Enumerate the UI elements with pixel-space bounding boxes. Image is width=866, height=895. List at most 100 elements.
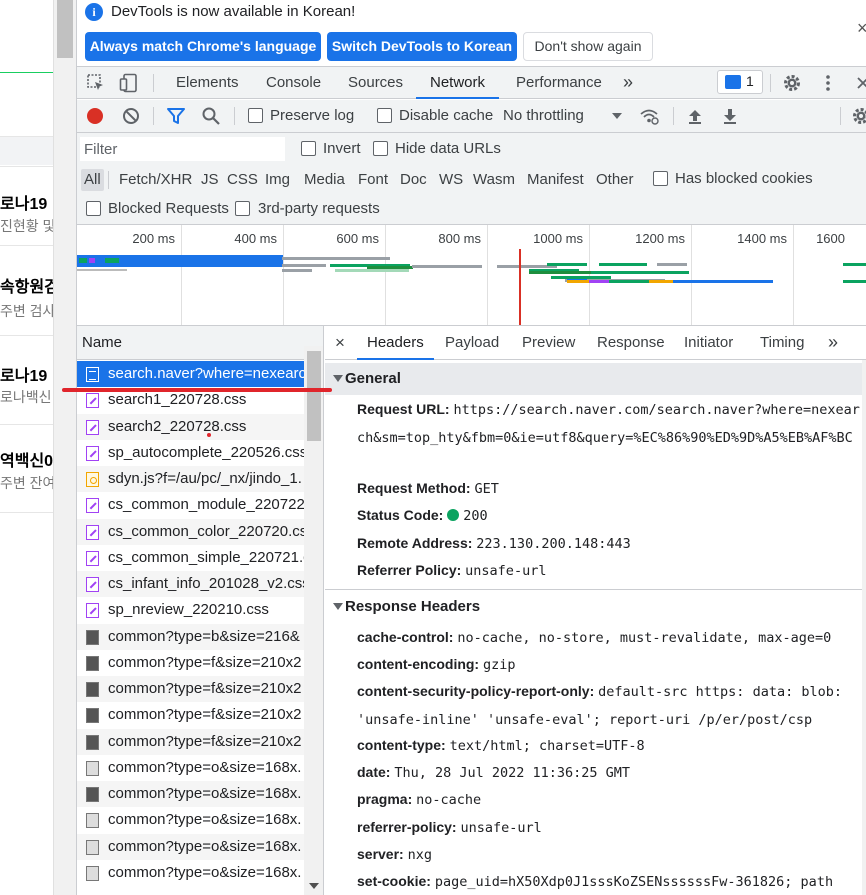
page-item-title[interactable]: 역백신0 xyxy=(0,447,53,471)
always-match-language-button[interactable]: Always match Chrome's language xyxy=(85,32,321,61)
name-column-header[interactable]: Name xyxy=(77,326,323,360)
request-row[interactable]: common?type=o&size=168x. xyxy=(77,755,304,781)
request-row[interactable]: common?type=f&size=210x2 xyxy=(77,650,304,676)
request-row[interactable]: cs_infant_info_201028_v2.css xyxy=(77,571,304,598)
header-key: server: xyxy=(357,846,404,862)
issues-counter-button[interactable]: 1 xyxy=(717,70,763,94)
general-section-header[interactable]: General xyxy=(325,363,862,395)
more-detail-tabs-chevron-icon[interactable]: » xyxy=(828,326,838,360)
tab-sources[interactable]: Sources xyxy=(348,67,403,99)
hide-data-urls-checkbox[interactable] xyxy=(373,141,388,156)
detail-scrollbar[interactable] xyxy=(862,360,866,895)
tab-elements[interactable]: Elements xyxy=(176,67,239,99)
request-row[interactable]: sp_nreview_220210.css xyxy=(77,597,304,623)
tab-network[interactable]: Network xyxy=(416,67,500,99)
tab-timing[interactable]: Timing xyxy=(760,326,804,360)
page-scrollbar-thumb[interactable] xyxy=(57,0,73,58)
tab-payload[interactable]: Payload xyxy=(445,326,499,360)
dont-show-again-button[interactable]: Don't show again xyxy=(523,32,653,61)
tab-console[interactable]: Console xyxy=(266,67,321,99)
network-conditions-wifi-icon[interactable] xyxy=(639,106,659,126)
switch-to-korean-button[interactable]: Switch DevTools to Korean xyxy=(327,32,517,61)
filter-type-doc[interactable]: Doc xyxy=(397,169,430,191)
filter-input[interactable] xyxy=(80,137,285,161)
filter-type-all[interactable]: All xyxy=(81,169,104,191)
stylesheet-file-icon xyxy=(86,419,99,435)
tab-performance[interactable]: Performance xyxy=(516,67,602,99)
annotation-red-underline xyxy=(62,388,332,392)
third-party-requests-checkbox[interactable] xyxy=(235,201,250,216)
header-value: unsafe-url xyxy=(460,820,542,836)
request-list-scrollbar[interactable] xyxy=(304,346,323,895)
request-row[interactable]: sdyn.js?f=/au/pc/_nx/jindo_1. xyxy=(77,466,304,493)
request-row[interactable]: cs_common_simple_220721.c xyxy=(77,545,304,571)
tab-headers[interactable]: Headers xyxy=(357,326,434,360)
more-tabs-chevron-icon[interactable]: » xyxy=(623,67,633,99)
filter-funnel-icon[interactable] xyxy=(166,106,186,126)
chevron-down-icon[interactable] xyxy=(607,106,627,126)
more-options-kebab-icon[interactable] xyxy=(818,73,838,93)
timeline-gridline xyxy=(181,225,182,325)
request-row[interactable]: common?type=b&size=216& xyxy=(77,623,304,650)
page-divider xyxy=(0,335,53,336)
toolbar-separator xyxy=(770,74,771,92)
request-name: common?type=f&size=210x2 xyxy=(108,706,302,724)
invert-checkbox[interactable] xyxy=(301,141,316,156)
network-settings-gear-icon[interactable] xyxy=(851,106,866,126)
page-item-title[interactable]: 로나19 xyxy=(0,190,47,214)
tab-preview[interactable]: Preview xyxy=(522,326,575,360)
throttling-select[interactable]: No throttling xyxy=(503,107,584,124)
request-name: search1_220728.css xyxy=(108,391,247,409)
scroll-down-arrow-icon[interactable] xyxy=(309,883,319,889)
request-row[interactable]: common?type=f&size=210x2 xyxy=(77,728,304,755)
export-har-download-icon[interactable] xyxy=(720,106,740,126)
network-overview-timeline[interactable]: 200 ms 400 ms 600 ms 800 ms 1000 ms 1200… xyxy=(77,225,866,326)
inspect-element-icon[interactable] xyxy=(86,73,106,93)
close-detail-icon[interactable]: × xyxy=(335,326,345,360)
filter-type-js[interactable]: JS xyxy=(198,169,222,191)
close-devtools-icon[interactable] xyxy=(853,73,866,93)
page-scrollbar[interactable] xyxy=(53,0,76,895)
filter-type-other[interactable]: Other xyxy=(593,169,637,191)
filter-type-fetch-xhr[interactable]: Fetch/XHR xyxy=(116,169,195,191)
close-icon[interactable]: × xyxy=(857,18,866,39)
request-row[interactable]: search2_220728.css xyxy=(77,413,304,440)
header-row: content-encoding: gzip xyxy=(357,651,862,679)
blocked-requests-checkbox[interactable] xyxy=(86,201,101,216)
filter-type-media[interactable]: Media xyxy=(301,169,348,191)
tab-response[interactable]: Response xyxy=(597,326,665,360)
page-item-title[interactable]: 속항원검 xyxy=(0,273,53,297)
request-row[interactable]: cs_common_color_220720.css xyxy=(77,518,304,545)
filter-type-img[interactable]: Img xyxy=(262,169,293,191)
preserve-log-checkbox[interactable] xyxy=(248,108,263,123)
request-row[interactable]: common?type=o&size=168x. xyxy=(77,781,304,808)
request-row[interactable]: cs_common_module_220722. xyxy=(77,492,304,518)
filter-type-ws[interactable]: WS xyxy=(436,169,466,191)
record-icon[interactable] xyxy=(85,106,105,126)
request-row[interactable]: common?type=o&size=168x. xyxy=(77,807,304,833)
import-har-upload-icon[interactable] xyxy=(685,106,705,126)
page-item-title[interactable]: 로나19 xyxy=(0,362,47,386)
filter-type-manifest[interactable]: Manifest xyxy=(524,169,587,191)
filter-type-font[interactable]: Font xyxy=(355,169,391,191)
filter-type-css[interactable]: CSS xyxy=(224,169,261,191)
disable-cache-checkbox[interactable] xyxy=(377,108,392,123)
request-list-scrollbar-thumb[interactable] xyxy=(307,351,321,441)
clear-icon[interactable] xyxy=(121,106,141,126)
device-toolbar-icon[interactable] xyxy=(119,73,139,93)
request-name: common?type=b&size=216& xyxy=(108,627,300,645)
filter-type-wasm[interactable]: Wasm xyxy=(470,169,518,191)
header-value: Thu, 28 Jul 2022 11:36:25 GMT xyxy=(394,765,631,781)
request-row[interactable]: common?type=o&size=168x. xyxy=(77,860,304,886)
gear-icon[interactable] xyxy=(782,73,802,93)
search-icon[interactable] xyxy=(201,106,221,126)
response-headers-section-header[interactable]: Response Headers xyxy=(325,591,862,623)
request-row[interactable]: sp_autocomplete_220526.css xyxy=(77,440,304,466)
request-row[interactable]: common?type=f&size=210x2 xyxy=(77,702,304,728)
tab-initiator[interactable]: Initiator xyxy=(684,326,733,360)
request-row-selected[interactable]: search.naver?where=nexearch xyxy=(77,361,304,388)
has-blocked-cookies-checkbox[interactable] xyxy=(653,171,668,186)
issues-chat-icon xyxy=(725,75,741,89)
request-row[interactable]: common?type=f&size=210x2 xyxy=(77,676,304,703)
request-row[interactable]: common?type=o&size=168x. xyxy=(77,833,304,860)
